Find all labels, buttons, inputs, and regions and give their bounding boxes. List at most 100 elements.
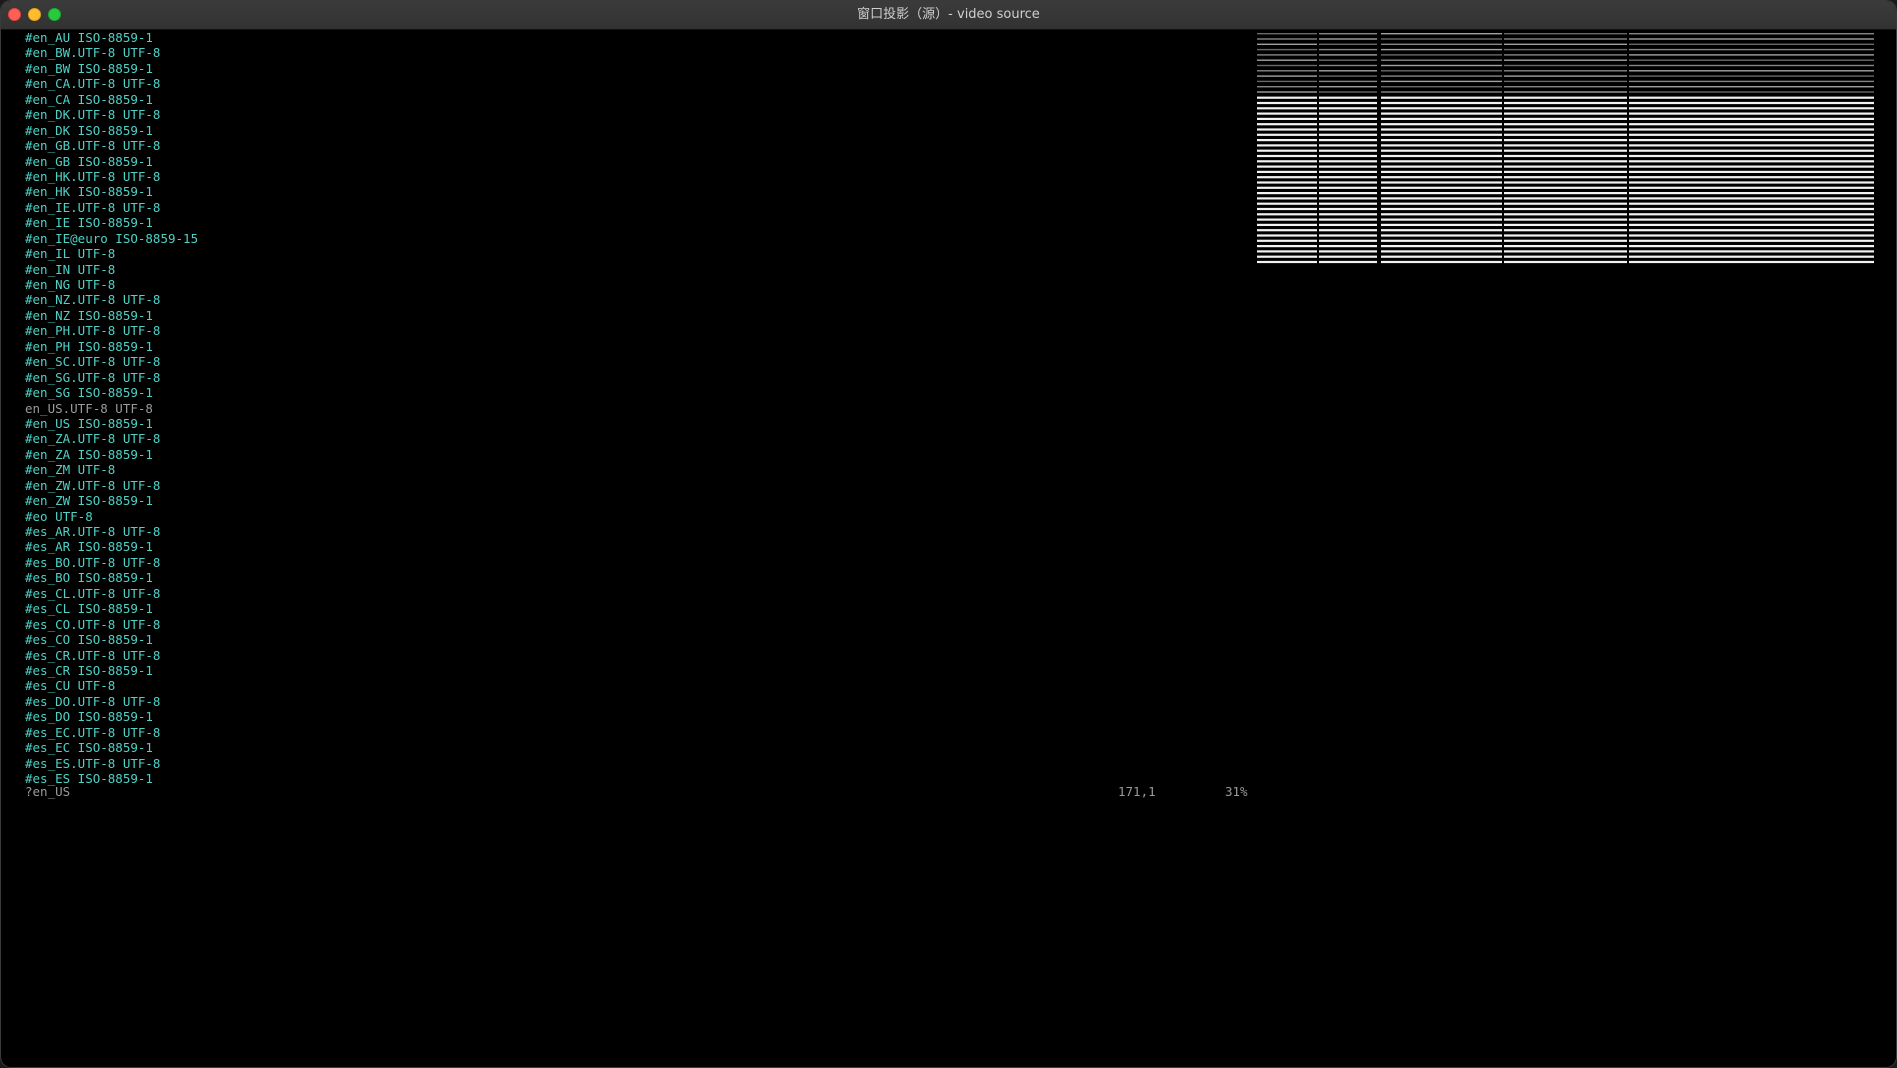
preview-stripe	[1504, 218, 1627, 221]
preview-stripe	[1629, 96, 1874, 99]
terminal-line: #en_SG.UTF-8 UTF-8	[25, 369, 161, 385]
preview-stripe	[1381, 80, 1502, 83]
preview-stripe	[1629, 33, 1874, 35]
terminal-buffer[interactable]: #en_AU ISO-8859-1 #en_BW.UTF-8 UTF-8 #en_B…	[25, 30, 1245, 786]
preview-stripe	[1257, 101, 1317, 105]
terminal-line: #en_HK ISO-8859-1	[25, 184, 153, 200]
terminal-line: #es_CO.UTF-8 UTF-8	[25, 616, 161, 632]
preview-stripe	[1504, 75, 1627, 77]
terminal-line: #en_SG ISO-8859-1	[25, 385, 153, 401]
terminal-line: #en_ZW.UTF-8 UTF-8	[25, 477, 161, 493]
preview-stripe	[1257, 213, 1317, 216]
preview-stripe	[1257, 149, 1317, 152]
terminal-line: #en_ZW ISO-8859-1	[25, 493, 153, 509]
preview-stripe	[1319, 229, 1377, 232]
preview-stripe	[1504, 54, 1627, 56]
preview-stripe	[1319, 54, 1377, 56]
title-bar[interactable]: 窗口投影（源）- video source	[1, 1, 1896, 30]
preview-stripe	[1629, 38, 1874, 40]
terminal-line: #es_CL ISO-8859-1	[25, 601, 153, 617]
preview-stripe	[1629, 112, 1874, 115]
preview-stripe	[1504, 117, 1627, 120]
preview-stripe	[1257, 181, 1317, 184]
preview-stripe	[1257, 144, 1317, 147]
preview-stripe	[1319, 91, 1377, 93]
preview-stripe	[1319, 154, 1377, 158]
preview-stripe	[1629, 144, 1874, 147]
scroll-percent: 31%	[1225, 784, 1248, 799]
preview-stripe	[1629, 117, 1874, 120]
terminal-line: #es_CO ISO-8859-1	[25, 632, 153, 648]
preview-stripe	[1319, 43, 1377, 45]
preview-stripe	[1504, 107, 1627, 110]
preview-stripe	[1504, 213, 1627, 216]
preview-stripe	[1504, 133, 1627, 136]
terminal-line: #en_NZ.UTF-8 UTF-8	[25, 292, 161, 308]
preview-stripe	[1504, 223, 1627, 226]
preview-stripe	[1257, 250, 1317, 253]
preview-stripe	[1319, 213, 1377, 216]
preview-stripe	[1257, 133, 1317, 136]
preview-stripe	[1381, 48, 1502, 51]
preview-stripe	[1381, 181, 1502, 184]
preview-stripe	[1381, 64, 1502, 67]
preview-stripe	[1319, 176, 1377, 179]
preview-stripe	[1629, 202, 1874, 205]
preview-stripe	[1319, 255, 1377, 258]
preview-stripe	[1257, 96, 1317, 99]
preview-stripe	[1257, 59, 1317, 61]
preview-stripe	[1504, 192, 1627, 195]
preview-stripe	[1629, 213, 1874, 216]
terminal-line: #en_US ISO-8859-1	[25, 415, 153, 431]
preview-stripe	[1381, 70, 1502, 72]
preview-stripe	[1319, 192, 1377, 195]
preview-stripe	[1319, 144, 1377, 147]
preview-stripe	[1257, 75, 1317, 77]
terminal-line: #en_IL UTF-8	[25, 246, 116, 262]
preview-stripe	[1319, 107, 1377, 110]
terminal-line: #en_PH.UTF-8 UTF-8	[25, 323, 161, 339]
video-source-window: 窗口投影（源）- video source #en_AU ISO-8859-1 #…	[0, 0, 1897, 1068]
terminal-line: #en_IE@euro ISO-8859-15	[25, 230, 199, 246]
preview-stripe	[1381, 207, 1502, 211]
terminal-line: #en_HK.UTF-8 UTF-8	[25, 168, 161, 184]
preview-stripe	[1504, 59, 1627, 61]
preview-stripe	[1319, 250, 1377, 253]
preview-stripe	[1381, 86, 1502, 88]
preview-stripe	[1257, 86, 1317, 88]
preview-stripe	[1257, 112, 1317, 115]
preview-stripe	[1257, 107, 1317, 110]
preview-stripe	[1257, 128, 1317, 131]
preview-stripe	[1629, 64, 1874, 67]
preview-stripe	[1257, 186, 1317, 189]
preview-stripe	[1319, 128, 1377, 131]
preview-stripe	[1504, 245, 1627, 248]
terminal-line: #en_GB ISO-8859-1	[25, 153, 153, 169]
terminal-line: #en_IE ISO-8859-1	[25, 215, 153, 231]
preview-stripe	[1381, 43, 1502, 45]
preview-stripe	[1319, 112, 1377, 115]
video-source-preview	[1257, 33, 1874, 264]
preview-stripe	[1257, 202, 1317, 205]
terminal-line: #es_CR ISO-8859-1	[25, 662, 153, 678]
preview-stripe	[1504, 91, 1627, 93]
terminal-line: #es_ES.UTF-8 UTF-8	[25, 755, 161, 771]
terminal-line: #en_DK.UTF-8 UTF-8	[25, 107, 161, 123]
preview-stripe	[1381, 234, 1502, 237]
terminal-line: #en_NZ ISO-8859-1	[25, 307, 153, 323]
preview-stripe	[1504, 43, 1627, 45]
terminal-line: #es_AR ISO-8859-1	[25, 539, 153, 555]
preview-stripe	[1504, 250, 1627, 253]
preview-stripe	[1504, 202, 1627, 205]
preview-stripe	[1381, 260, 1502, 264]
preview-stripe	[1629, 75, 1874, 77]
preview-stripe	[1504, 186, 1627, 189]
preview-stripe	[1257, 170, 1317, 173]
terminal-line: #es_DO ISO-8859-1	[25, 709, 153, 725]
cursor-position: 171,1	[1118, 784, 1156, 799]
preview-stripe	[1257, 139, 1317, 142]
preview-stripe	[1381, 176, 1502, 179]
preview-stripe	[1629, 176, 1874, 179]
preview-stripe	[1629, 91, 1874, 93]
preview-stripe	[1381, 192, 1502, 195]
